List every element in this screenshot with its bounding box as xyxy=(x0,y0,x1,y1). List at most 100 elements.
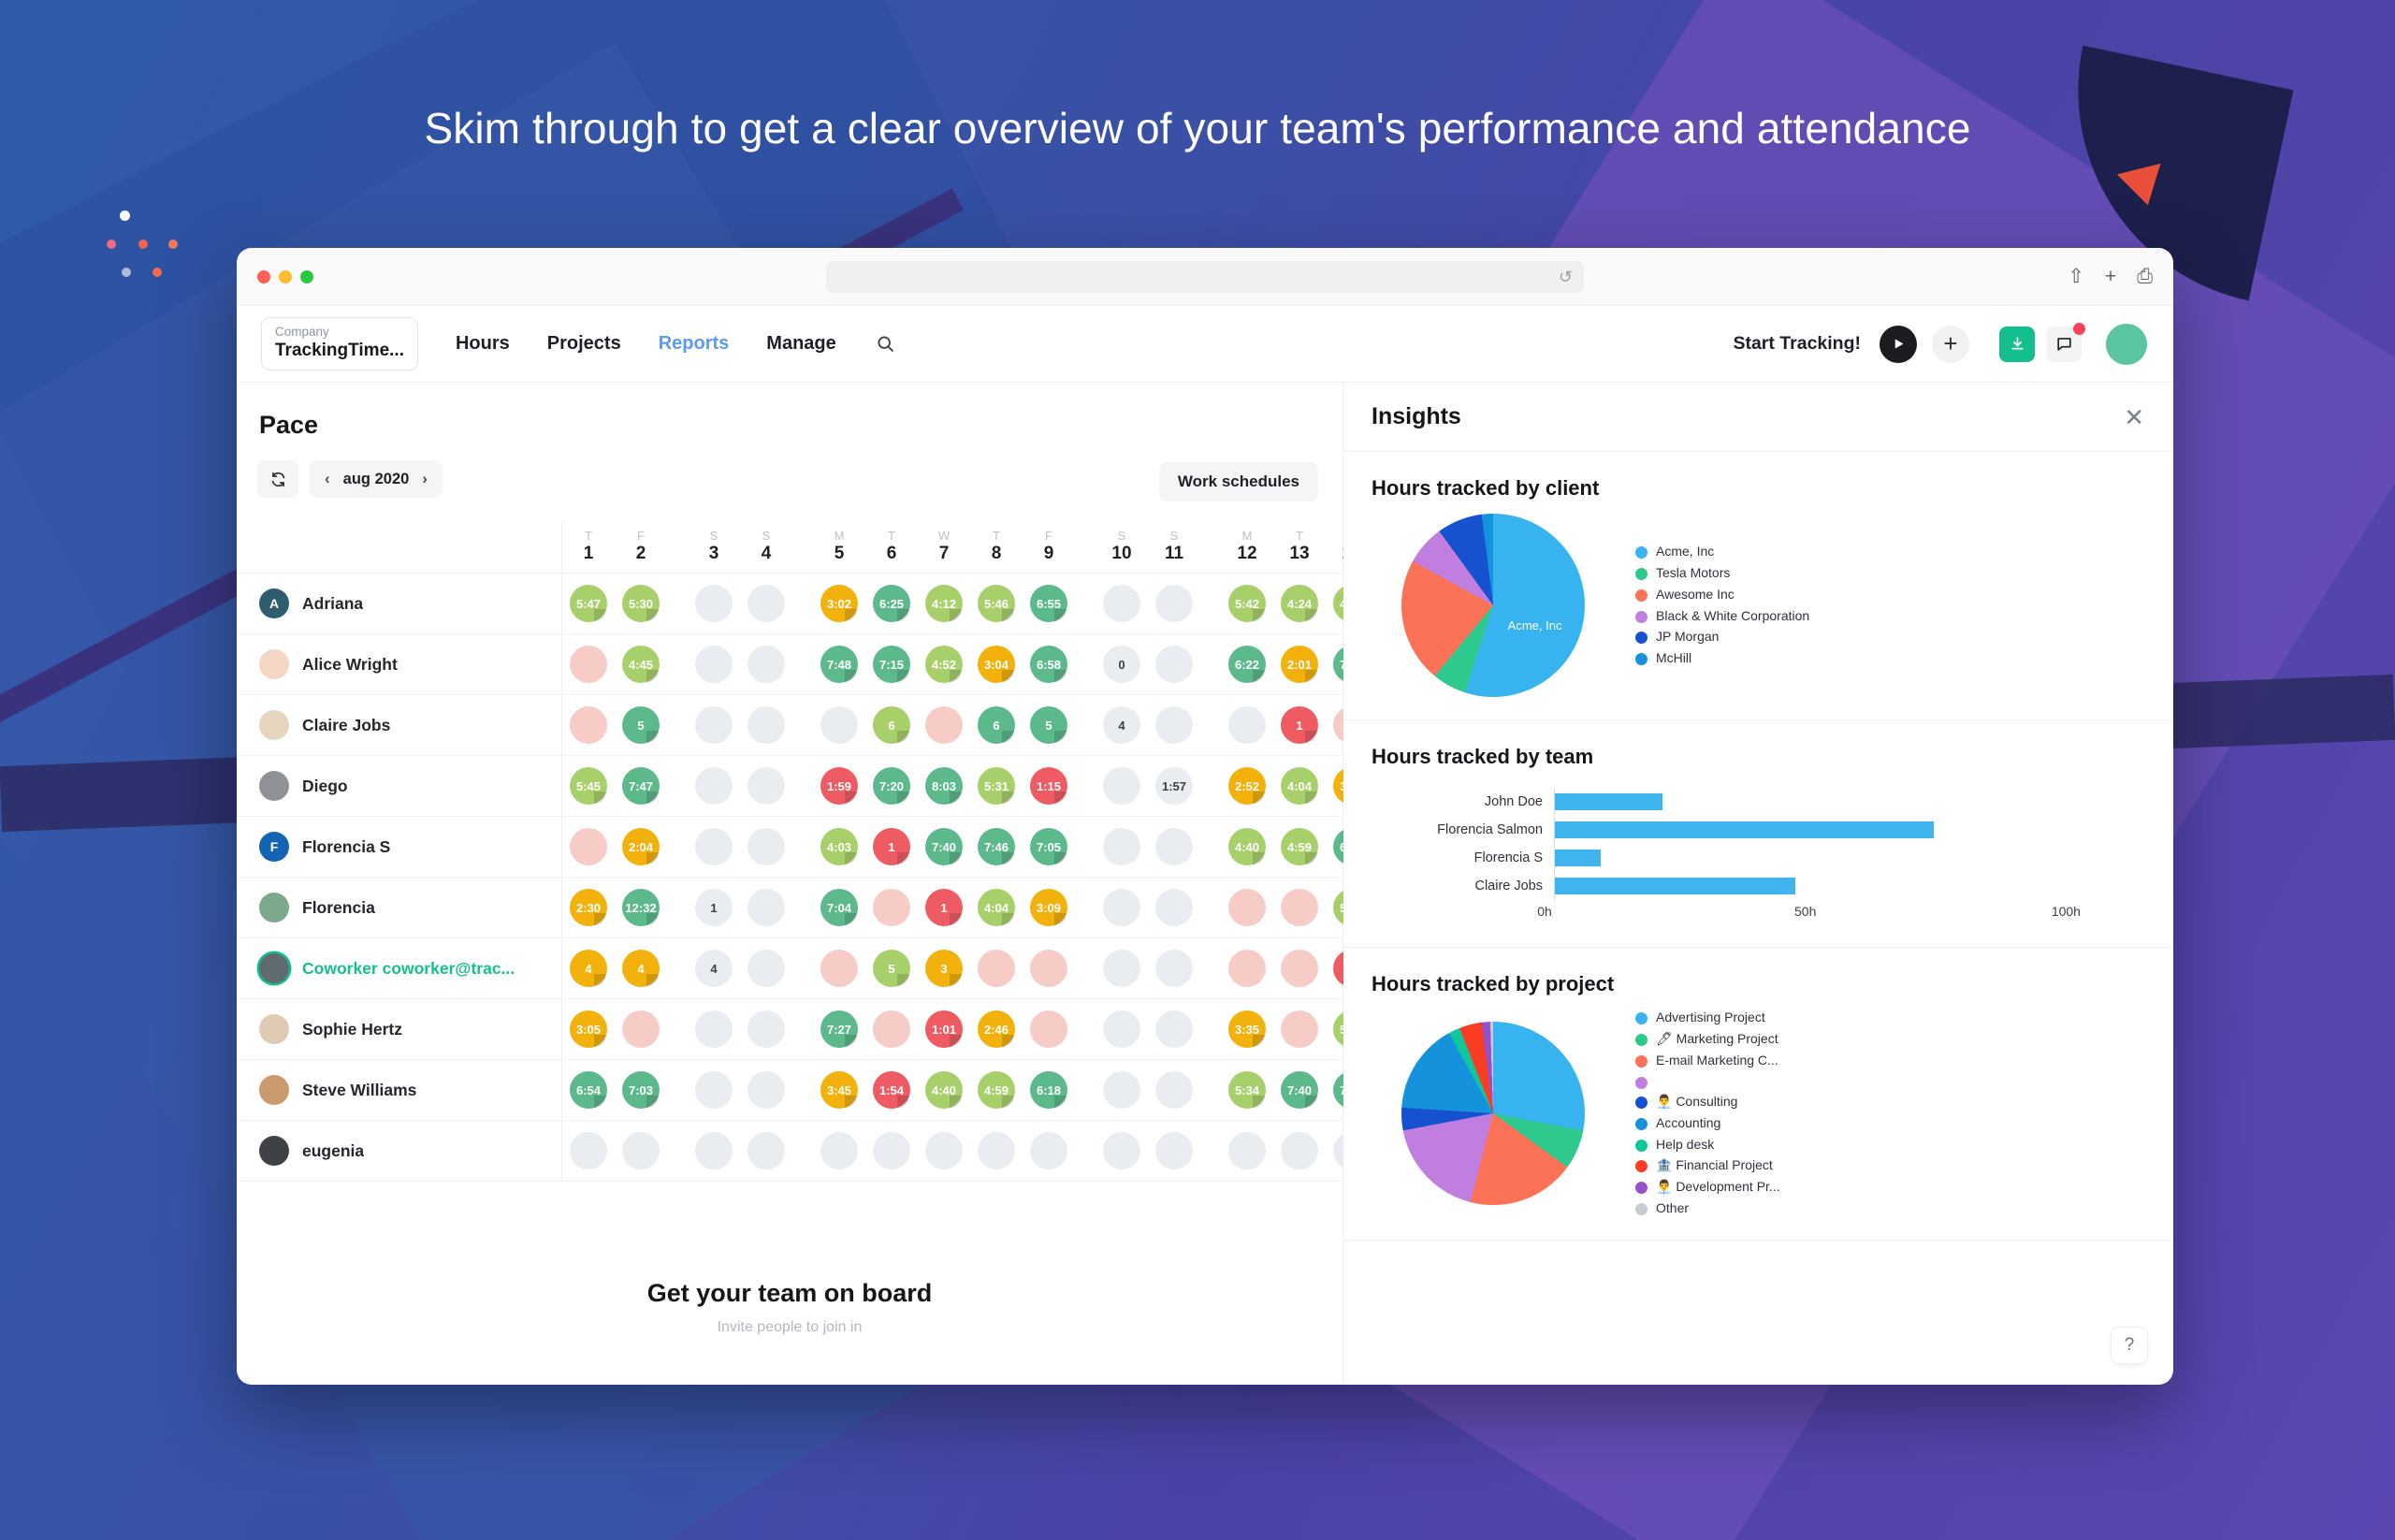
bar-row[interactable]: Florencia Salmon xyxy=(1381,816,2144,844)
maximize-window-button[interactable] xyxy=(300,269,313,283)
pace-bubble[interactable] xyxy=(820,706,858,744)
pace-cell[interactable] xyxy=(562,706,615,744)
pace-bubble[interactable] xyxy=(1155,889,1193,926)
pace-cell[interactable]: 1 xyxy=(865,828,918,865)
pace-cell[interactable]: 7:04 xyxy=(813,889,865,926)
pace-cell[interactable] xyxy=(1148,1010,1200,1048)
pace-cell[interactable]: 6:22 xyxy=(1221,646,1273,683)
table-row[interactable]: Diego 5:45 7:47 1:59 7:20 8:03 5:31 1:15 1:57 2:5… xyxy=(237,756,1601,817)
close-icon[interactable]: ✕ xyxy=(2124,405,2144,429)
pace-cell[interactable] xyxy=(740,706,792,744)
pace-cell[interactable]: 6:54 xyxy=(562,1071,615,1109)
pace-cell[interactable]: 3:04 xyxy=(970,646,1023,683)
pace-bubble[interactable]: 7:40 xyxy=(925,828,963,865)
pace-bubble[interactable]: 5:31 xyxy=(978,767,1015,805)
pace-cell[interactable]: 7:27 xyxy=(813,1010,865,1048)
pace-bubble[interactable]: 4:52 xyxy=(925,646,963,683)
pace-bubble[interactable]: 6:54 xyxy=(570,1071,607,1109)
pace-cell[interactable]: 1 xyxy=(688,889,740,926)
legend-item[interactable]: Acme, Inc xyxy=(1635,544,1809,560)
pace-cell[interactable] xyxy=(813,1132,865,1170)
pace-bubble[interactable]: 1 xyxy=(873,828,910,865)
pace-cell[interactable] xyxy=(615,1132,667,1170)
pace-cell[interactable]: 5:42 xyxy=(1221,585,1273,622)
pace-cell[interactable]: 7:47 xyxy=(615,767,667,805)
pace-bubble[interactable]: 4:45 xyxy=(622,646,660,683)
pace-cell[interactable]: 1:57 xyxy=(1148,767,1200,805)
pace-bubble[interactable] xyxy=(1281,889,1318,926)
pace-cell[interactable]: 3:45 xyxy=(813,1071,865,1109)
pace-bubble[interactable]: 2:52 xyxy=(1228,767,1266,805)
pace-bubble[interactable] xyxy=(570,1132,607,1170)
start-tracking-label[interactable]: Start Tracking! xyxy=(1733,333,1861,355)
day-header-10[interactable]: S 10 xyxy=(1096,529,1148,573)
user-cell[interactable]: F Florencia S xyxy=(237,817,562,877)
pace-bubble[interactable]: 7:03 xyxy=(622,1071,660,1109)
pace-bubble[interactable]: 1:59 xyxy=(820,767,858,805)
pace-cell[interactable]: 1 xyxy=(1273,706,1326,744)
pace-bubble[interactable]: 4:24 xyxy=(1281,585,1318,622)
pace-bubble[interactable]: 2:46 xyxy=(978,1010,1015,1048)
pace-cell[interactable] xyxy=(562,828,615,865)
legend-item[interactable]: 👨‍💼 Consulting xyxy=(1635,1094,1780,1111)
pace-bubble[interactable]: 4 xyxy=(1103,706,1140,744)
pace-cell[interactable]: 5:45 xyxy=(562,767,615,805)
window-controls[interactable] xyxy=(257,269,313,283)
pace-bubble[interactable] xyxy=(1103,1132,1140,1170)
pace-cell[interactable]: 6:25 xyxy=(865,585,918,622)
pace-cell[interactable]: 4:24 xyxy=(1273,585,1326,622)
pace-cell[interactable]: 2:04 xyxy=(615,828,667,865)
pace-bubble[interactable]: 5:42 xyxy=(1228,585,1266,622)
pace-cell[interactable] xyxy=(688,767,740,805)
pace-bubble[interactable]: 6:22 xyxy=(1228,646,1266,683)
pace-cell[interactable] xyxy=(1221,706,1273,744)
pace-bubble[interactable] xyxy=(1155,950,1193,987)
user-cell[interactable]: Diego xyxy=(237,756,562,816)
pace-bubble[interactable] xyxy=(1155,706,1193,744)
table-row[interactable]: Alice Wright 4:45 7:48 7:15 4:52 3:04 6:58 0 6:2… xyxy=(237,634,1601,695)
pace-bubble[interactable]: 7:27 xyxy=(820,1010,858,1048)
nav-item-reports[interactable]: Reports xyxy=(659,333,730,355)
day-header-11[interactable]: S 11 xyxy=(1148,529,1200,573)
pace-cell[interactable]: 4:59 xyxy=(970,1071,1023,1109)
pace-cell[interactable]: 7:48 xyxy=(813,646,865,683)
pace-bubble[interactable] xyxy=(748,1132,785,1170)
pace-cell[interactable]: 4:52 xyxy=(918,646,970,683)
pace-cell[interactable]: 5:30 xyxy=(615,585,667,622)
pace-bubble[interactable]: 8:03 xyxy=(925,767,963,805)
pace-bubble[interactable]: 6 xyxy=(978,706,1015,744)
chat-icon[interactable] xyxy=(2046,322,2085,362)
legend-item[interactable]: E-mail Marketing C... xyxy=(1635,1053,1780,1069)
pace-bubble[interactable] xyxy=(1103,889,1140,926)
pace-bubble[interactable]: 7:48 xyxy=(820,646,858,683)
pace-bubble[interactable]: 4:12 xyxy=(925,585,963,622)
pace-bubble[interactable]: 5:46 xyxy=(978,585,1015,622)
pace-cell[interactable] xyxy=(1148,950,1200,987)
pace-cell[interactable] xyxy=(1221,950,1273,987)
share-icon[interactable]: ⇧ xyxy=(2068,267,2084,286)
legend-item[interactable]: Accounting xyxy=(1635,1115,1780,1132)
pace-cell[interactable]: 4:45 xyxy=(615,646,667,683)
pace-bubble[interactable]: 7:46 xyxy=(978,828,1015,865)
add-entry-button[interactable]: + xyxy=(1932,325,1969,363)
pace-bubble[interactable]: 1:57 xyxy=(1155,767,1193,805)
pace-bubble[interactable] xyxy=(873,889,910,926)
pace-cell[interactable] xyxy=(562,1132,615,1170)
pace-bubble[interactable]: 1:54 xyxy=(873,1071,910,1109)
user-cell[interactable]: eugenia xyxy=(237,1121,562,1181)
pace-bubble[interactable] xyxy=(1103,1071,1140,1109)
pace-cell[interactable]: 6:58 xyxy=(1023,646,1075,683)
pace-bubble[interactable] xyxy=(1281,950,1318,987)
play-icon[interactable] xyxy=(1880,325,1917,363)
pace-cell[interactable] xyxy=(1096,1010,1148,1048)
day-header-8[interactable]: T8 xyxy=(970,529,1023,573)
pace-cell[interactable]: 4 xyxy=(562,950,615,987)
pace-cell[interactable]: 2:01 xyxy=(1273,646,1326,683)
pace-bubble[interactable] xyxy=(748,1010,785,1048)
pace-bubble[interactable] xyxy=(748,1071,785,1109)
table-row[interactable]: eugenia xyxy=(237,1121,1601,1182)
prev-period-button[interactable]: ‹ xyxy=(325,470,330,488)
pace-bubble[interactable] xyxy=(695,767,733,805)
pace-bubble[interactable] xyxy=(1103,767,1140,805)
pace-bubble[interactable]: 6:58 xyxy=(1030,646,1067,683)
